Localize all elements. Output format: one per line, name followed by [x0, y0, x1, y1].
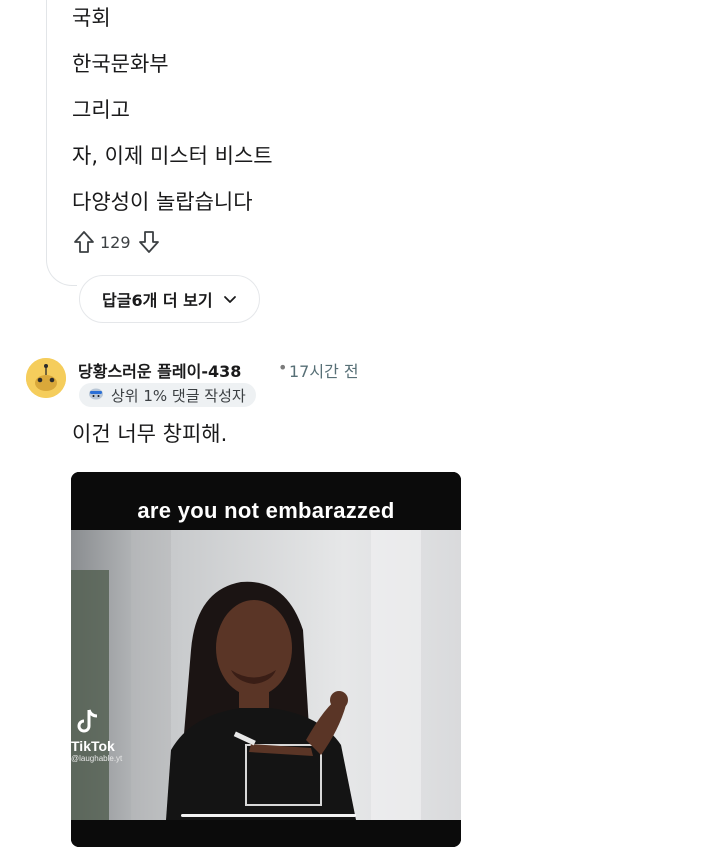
comment-timestamp: 17시간 전	[289, 362, 359, 381]
top-commenter-badge: 상위 1% 댓글 작성자	[79, 383, 256, 407]
badge-label: 상위 1% 댓글 작성자	[111, 386, 246, 405]
more-replies-button[interactable]: 답글6개 더 보기	[79, 275, 260, 323]
comment-author[interactable]: 당황스러운 플레이-438	[78, 358, 241, 382]
tiktok-logo-icon	[77, 708, 99, 738]
comment-line: 다양성이 놀랍습니다	[72, 190, 253, 214]
vote-bar: 129	[72, 228, 161, 256]
video-bottom-bar	[71, 820, 461, 847]
video-progress-bar[interactable]	[181, 814, 356, 817]
downvote-icon[interactable]	[137, 229, 161, 255]
chevron-down-icon	[223, 290, 237, 309]
vote-count: 129	[100, 232, 131, 252]
top-commenter-icon	[87, 385, 105, 405]
video-caption-bar: are you not embarazzed	[71, 472, 461, 530]
video-frame: TikTok @laughable.yt	[71, 530, 461, 820]
tiktok-handle: @laughable.yt	[71, 754, 123, 763]
comment-line: 자, 이제 미스터 비스트	[72, 144, 273, 168]
comment-body: 이건 너무 창피해.	[72, 422, 228, 446]
tiktok-watermark: TikTok	[71, 738, 115, 754]
avatar[interactable]	[26, 358, 66, 398]
comment-line: 국회	[72, 6, 111, 30]
separator-dot: •	[278, 358, 288, 377]
video-player[interactable]: are you not embarazzed TikTok @laughable…	[71, 472, 461, 847]
upvote-icon[interactable]	[72, 229, 96, 255]
comment-line: 한국문화부	[72, 52, 169, 76]
video-caption: are you not embarazzed	[137, 498, 395, 523]
comment-line: 그리고	[72, 98, 130, 122]
more-replies-label: 답글6개 더 보기	[102, 291, 213, 310]
